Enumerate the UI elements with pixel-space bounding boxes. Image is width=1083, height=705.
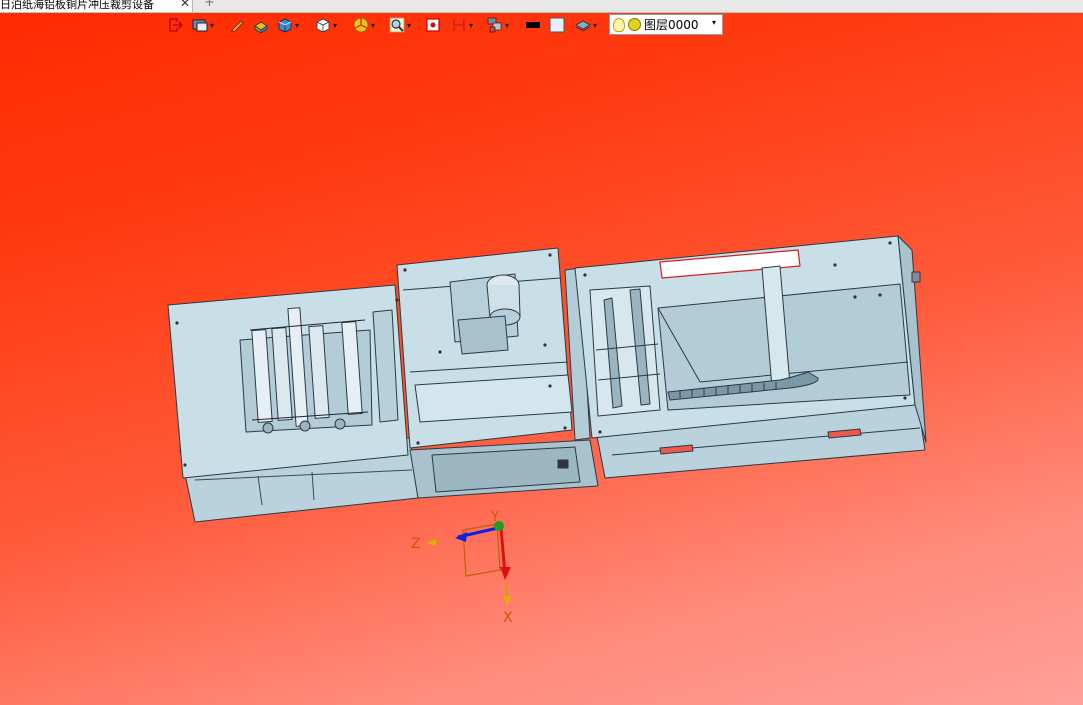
3d-viewport[interactable]: Z Y X: [0, 0, 1083, 705]
y-axis-label: Y: [490, 510, 499, 525]
z-axis-label: Z: [411, 536, 421, 552]
coordinate-triad: Z Y X: [411, 510, 513, 626]
x-axis-label: X: [503, 610, 513, 626]
machine-model[interactable]: [167, 235, 927, 523]
